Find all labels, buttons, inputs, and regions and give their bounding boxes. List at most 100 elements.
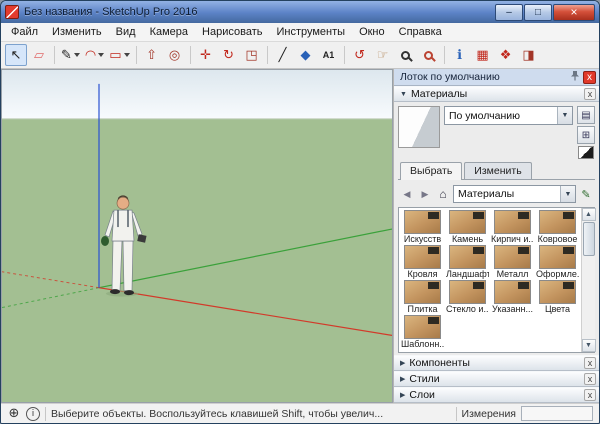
material-category-tile[interactable]: Искусств (401, 210, 444, 244)
materials-panel-close-button[interactable]: x (584, 88, 596, 100)
tray-header[interactable]: Лоток по умолчанию x (394, 69, 599, 86)
line-tool-button[interactable]: ✎ (59, 44, 82, 66)
material-category-tile[interactable]: Камень (446, 210, 489, 244)
collapsed-arrow-icon: ▶ (400, 392, 406, 399)
extension-warehouse-button[interactable]: ❖ (495, 44, 517, 66)
material-folder-thumbnail (539, 280, 576, 304)
rotate-icon: ↻ (223, 47, 234, 63)
measurements-input[interactable] (521, 406, 593, 421)
menu-item-view[interactable]: Вид (109, 24, 143, 40)
tape-measure-tool-button[interactable]: ╱ (272, 44, 294, 66)
select-tool-button[interactable]: ↖ (5, 44, 27, 66)
dropdown-arrow-icon[interactable] (73, 53, 80, 57)
minimize-button[interactable]: – (495, 3, 523, 21)
zoom-tool-button[interactable] (395, 44, 417, 66)
dropdown-arrow-icon[interactable] (123, 53, 130, 57)
menu-item-file[interactable]: Файл (4, 24, 45, 40)
statusbar-separator (455, 406, 457, 421)
combo-arrow-icon[interactable]: ▼ (557, 107, 572, 124)
menu-item-window[interactable]: Окно (352, 24, 392, 40)
material-folder-thumbnail (494, 210, 531, 234)
material-category-tile[interactable]: Указанн... (491, 280, 534, 314)
combo-arrow-icon[interactable]: ▼ (560, 186, 575, 202)
forward-button[interactable]: ▶ (417, 186, 433, 202)
paint-bucket-tool-button[interactable]: ◆ (295, 44, 317, 66)
menu-item-draw[interactable]: Нарисовать (195, 24, 269, 40)
pencil-icon: ✎ (61, 47, 72, 63)
pin-icon[interactable] (570, 68, 580, 86)
in-model-home-button[interactable]: ⌂ (435, 186, 451, 202)
eraser-tool-button[interactable]: ▱ (28, 44, 50, 66)
tab-edit[interactable]: Изменить (464, 162, 532, 179)
styles-panel-header[interactable]: ▶ Стили x (394, 371, 599, 387)
arc-tool-button[interactable]: ◠ (83, 44, 106, 66)
warehouse-3d-button[interactable]: ▦ (472, 44, 494, 66)
materials-scrollbar[interactable]: ▲ ▼ (581, 208, 596, 352)
materials-grid: Искусств Камень Кирпич и... Ковровое Кро… (399, 208, 581, 352)
titlebar[interactable]: Без названия - SketchUp Pro 2016 – □ × (1, 1, 599, 23)
ground-plane (2, 118, 392, 402)
secondary-pane-button[interactable]: ▤ (577, 106, 595, 124)
sample-paint-button[interactable]: ✎ (578, 186, 594, 202)
push-pull-tool-button[interactable]: ⇧ (141, 44, 163, 66)
rectangle-icon: ▭ (109, 47, 122, 63)
tray-title: Лоток по умолчанию (400, 71, 500, 83)
viewport[interactable] (1, 69, 393, 403)
layers-panel-close-button[interactable]: x (584, 389, 596, 401)
orbit-tool-button[interactable]: ↺ (349, 44, 371, 66)
styles-panel-close-button[interactable]: x (584, 373, 596, 385)
model-info-button[interactable]: ℹ (449, 44, 471, 66)
rotate-tool-button[interactable]: ↻ (218, 44, 240, 66)
toolbar-separator (266, 46, 268, 64)
collapsed-arrow-icon: ▶ (400, 360, 406, 367)
material-category-tile[interactable]: Ландшафт (446, 245, 489, 279)
material-category-tile[interactable]: Цвета (536, 280, 579, 314)
tab-select[interactable]: Выбрать (400, 162, 463, 180)
geolocation-icon[interactable]: ⊕ (7, 406, 21, 421)
components-panel-header[interactable]: ▶ Компоненты x (394, 355, 599, 371)
close-button[interactable]: × (553, 3, 595, 21)
maximize-button[interactable]: □ (524, 3, 552, 21)
scale-tool-button[interactable]: ◳ (241, 44, 263, 66)
menu-item-camera[interactable]: Камера (143, 24, 195, 40)
create-material-button[interactable]: ⊞ (577, 126, 595, 144)
send-to-layout-button[interactable]: ◨ (518, 44, 540, 66)
offset-tool-button[interactable]: ◎ (164, 44, 186, 66)
scroll-up-icon[interactable]: ▲ (581, 208, 596, 221)
scrollbar-thumb[interactable] (582, 222, 595, 256)
zoom-extents-button[interactable] (418, 44, 440, 66)
sky (2, 70, 392, 119)
materials-panel-title: Материалы (410, 88, 468, 100)
menu-item-edit[interactable]: Изменить (45, 24, 109, 40)
material-folder-thumbnail (494, 245, 531, 269)
menu-item-tools[interactable]: Инструменты (269, 24, 352, 40)
scroll-down-icon[interactable]: ▼ (581, 339, 596, 352)
material-category-tile[interactable]: Кирпич и... (491, 210, 534, 244)
material-folder-thumbnail (449, 245, 486, 269)
default-material-swatch[interactable] (578, 146, 594, 159)
move-tool-button[interactable]: ✛ (195, 44, 217, 66)
text-tool-button[interactable]: A1 (318, 44, 340, 66)
shapes-tool-button[interactable]: ▭ (107, 44, 131, 66)
back-button[interactable]: ◀ (399, 186, 415, 202)
collections-dropdown[interactable]: Материалы ▼ (453, 185, 576, 203)
material-category-tile[interactable]: Кровля (401, 245, 444, 279)
materials-panel-header[interactable]: ▼ Материалы x (394, 86, 599, 102)
info-icon[interactable]: i (26, 406, 40, 421)
zoom-extents-icon (424, 50, 434, 60)
material-category-tile[interactable]: Стекло и... (446, 280, 489, 314)
components-panel-close-button[interactable]: x (584, 357, 596, 369)
pan-tool-button[interactable]: ☞ (372, 44, 394, 66)
dropdown-arrow-icon[interactable] (98, 53, 105, 57)
material-category-tile[interactable]: Плитка (401, 280, 444, 314)
material-category-tile[interactable]: Ковровое (536, 210, 579, 244)
material-name-combo[interactable]: По умолчанию ▼ (444, 106, 573, 125)
offset-icon: ◎ (168, 47, 181, 63)
material-category-tile[interactable]: Шаблонн... (401, 315, 444, 349)
menu-item-help[interactable]: Справка (392, 24, 449, 40)
materials-top-row: По умолчанию ▼ ▤ ⊞ (398, 106, 595, 159)
layers-panel-header[interactable]: ▶ Слои x (394, 387, 599, 403)
tray-close-button[interactable]: x (583, 70, 596, 84)
material-category-tile[interactable]: Оформле... (536, 245, 579, 279)
material-category-tile[interactable]: Металл (491, 245, 534, 279)
